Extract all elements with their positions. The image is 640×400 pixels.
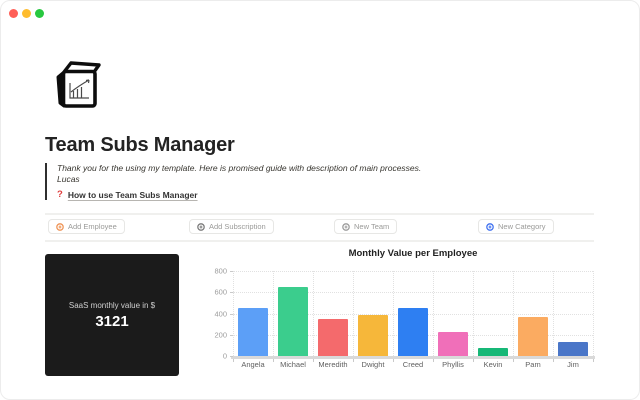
saas-monthly-value-card: SaaS monthly value in $ 3121 [45, 254, 179, 376]
question-mark-icon: ? [57, 189, 63, 200]
x-tick-label: Angela [241, 360, 264, 369]
bar-meredith [318, 319, 348, 356]
minimize-window-icon[interactable] [22, 9, 31, 18]
chart-x-axis-line [231, 356, 595, 359]
stat-card-label: SaaS monthly value in $ [69, 301, 155, 310]
button-label: Add Employee [68, 222, 117, 231]
window-controls [9, 9, 44, 18]
quote-text-line1: Thank you for the using my template. Her… [57, 163, 585, 174]
gridline [353, 271, 354, 356]
circle-plus-icon [342, 223, 350, 231]
divider [45, 240, 594, 242]
x-tick-label: Michael [280, 360, 306, 369]
stat-card-value: 3121 [95, 313, 128, 330]
app-window: Team Subs Manager Thank you for the usin… [0, 0, 640, 400]
gridline [593, 271, 594, 356]
gridline [273, 271, 274, 356]
add-subscription-button[interactable]: Add Subscription [189, 219, 274, 234]
circle-plus-icon [56, 223, 64, 231]
divider [45, 213, 594, 215]
x-tick-label: Jim [567, 360, 579, 369]
y-tick-label: 400 [214, 309, 227, 318]
howto-link-label: How to use Team Subs Manager [68, 190, 198, 200]
gridline [513, 271, 514, 356]
bar-angela [238, 308, 268, 356]
add-employee-button[interactable]: Add Employee [48, 219, 125, 234]
bar-dwight [358, 315, 388, 356]
bar-kevin [478, 348, 508, 357]
chart-title: Monthly Value per Employee [233, 248, 593, 259]
gridline [393, 271, 394, 356]
x-tick-label: Phyllis [442, 360, 464, 369]
bar-pam [518, 317, 548, 356]
x-tick [593, 359, 594, 362]
button-label: New Category [498, 222, 546, 231]
cube-chart-icon [47, 59, 101, 113]
y-tick-label: 0 [223, 352, 227, 361]
quote-text-line2: Lucas [57, 174, 585, 185]
circle-plus-icon [197, 223, 205, 231]
y-tick [230, 356, 233, 357]
x-tick-label: Kevin [484, 360, 503, 369]
bar-creed [398, 308, 428, 356]
new-team-button[interactable]: New Team [334, 219, 397, 234]
new-category-button[interactable]: New Category [478, 219, 554, 234]
gridline [433, 271, 434, 356]
gridline [473, 271, 474, 356]
zoom-window-icon[interactable] [35, 9, 44, 18]
y-tick-label: 800 [214, 267, 227, 276]
howto-page-link[interactable]: ? How to use Team Subs Manager [57, 189, 585, 200]
x-tick-label: Creed [403, 360, 423, 369]
gridline [233, 271, 234, 356]
button-label: Add Subscription [209, 222, 266, 231]
chart-plot [233, 271, 593, 356]
quote-block: Thank you for the using my template. Her… [45, 163, 585, 200]
bar-jim [558, 342, 588, 356]
button-label: New Team [354, 222, 389, 231]
chart-y-axis: 0200400600800 [199, 271, 229, 356]
page-title: Team Subs Manager [45, 134, 235, 157]
bar-phyllis [438, 332, 468, 356]
circle-plus-icon [486, 223, 494, 231]
x-tick-label: Pam [525, 360, 540, 369]
y-tick-label: 600 [214, 288, 227, 297]
y-tick-label: 200 [214, 330, 227, 339]
x-tick-label: Dwight [362, 360, 385, 369]
gridline [233, 271, 593, 272]
gridline [553, 271, 554, 356]
gridline [313, 271, 314, 356]
chart-x-labels: Angela Michael Meredith Dwight Creed Phyllis K… [233, 360, 593, 370]
bar-michael [278, 287, 308, 356]
x-tick-label: Meredith [318, 360, 347, 369]
close-window-icon[interactable] [9, 9, 18, 18]
